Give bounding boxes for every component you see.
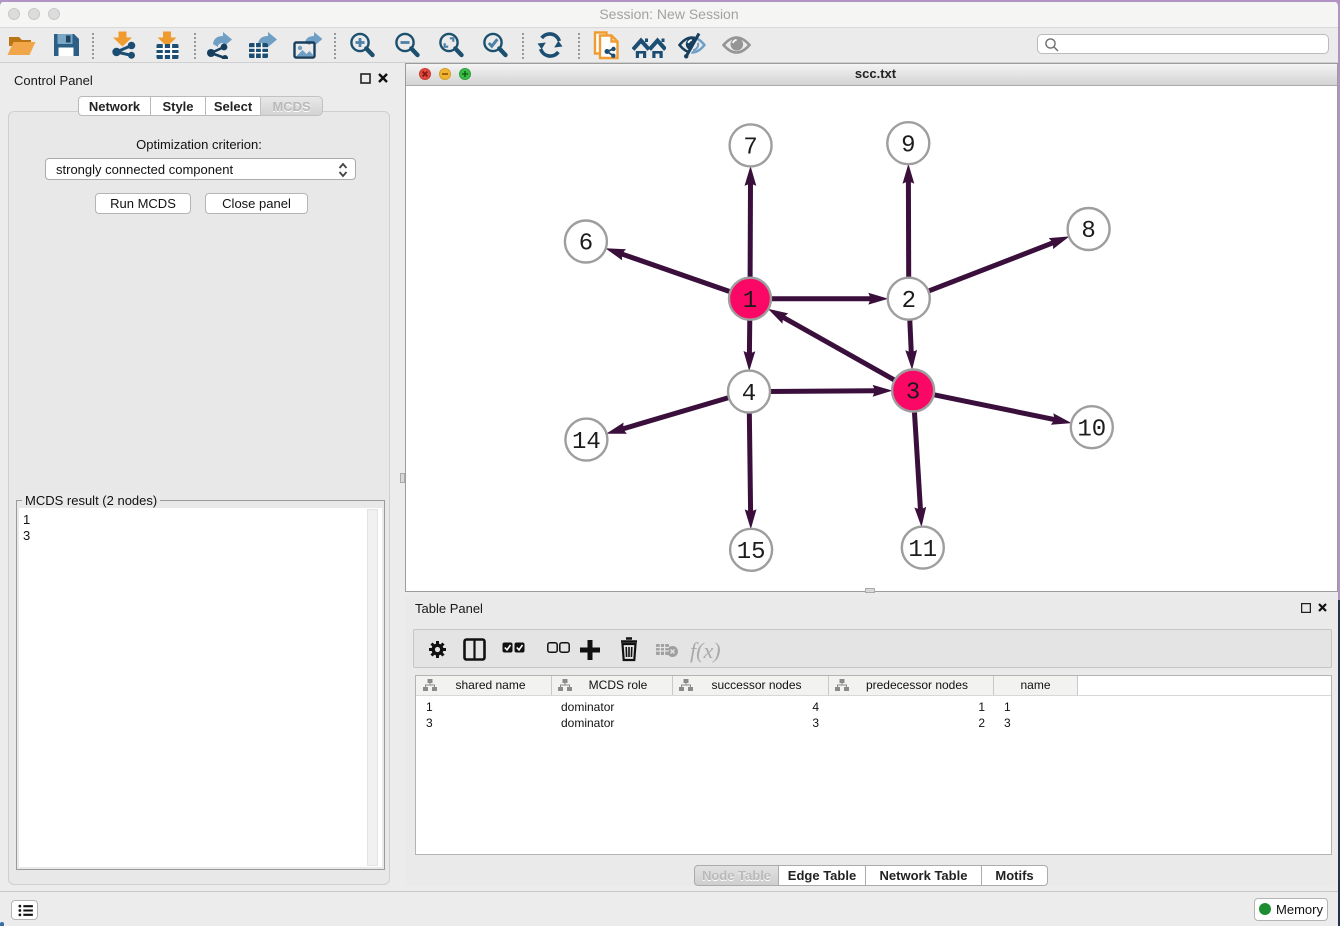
svg-text:14: 14 [572, 429, 601, 456]
svg-text:6: 6 [579, 231, 593, 258]
svg-text:10: 10 [1077, 416, 1106, 443]
svg-text:2: 2 [902, 288, 916, 315]
svg-text:11: 11 [908, 537, 937, 564]
svg-text:8: 8 [1081, 218, 1095, 245]
svg-text:1: 1 [743, 288, 757, 315]
svg-text:15: 15 [737, 539, 766, 566]
svg-text:7: 7 [743, 135, 757, 162]
svg-text:9: 9 [901, 132, 915, 159]
svg-text:4: 4 [742, 381, 756, 408]
svg-text:3: 3 [906, 380, 920, 407]
